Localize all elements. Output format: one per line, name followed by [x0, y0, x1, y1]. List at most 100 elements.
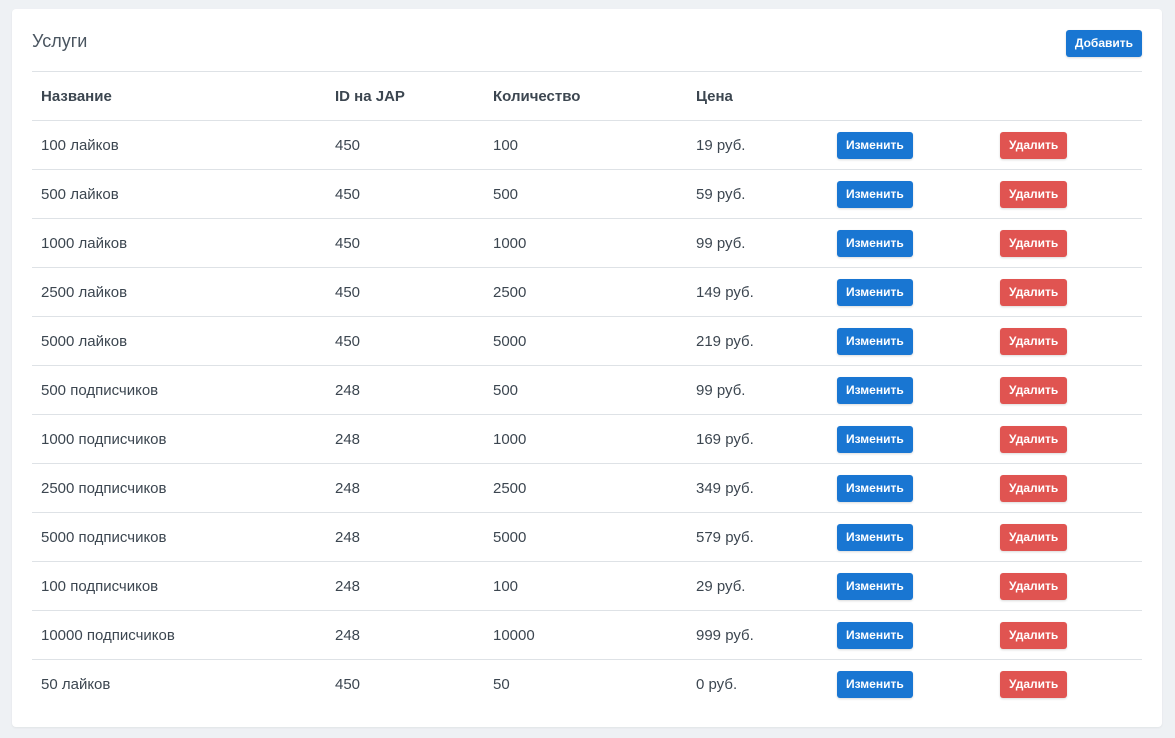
service-quantity: 500 — [484, 365, 687, 415]
table-row: 50 лайков 450 50 0 руб. Изменить Удалить — [32, 660, 1142, 709]
edit-cell: Изменить — [828, 316, 991, 366]
delete-cell: Удалить — [991, 120, 1142, 170]
table-row: 1000 подписчиков 248 1000 169 руб. Измен… — [32, 414, 1142, 464]
edit-button[interactable]: Изменить — [837, 523, 913, 551]
delete-button[interactable]: Удалить — [1000, 278, 1068, 306]
delete-button[interactable]: Удалить — [1000, 621, 1068, 649]
delete-cell: Удалить — [991, 512, 1142, 562]
edit-button[interactable]: Изменить — [837, 425, 913, 453]
delete-cell: Удалить — [991, 463, 1142, 513]
service-jap-id: 450 — [335, 675, 361, 693]
service-quantity: 50 — [493, 675, 510, 693]
service-quantity: 1000 — [484, 414, 687, 464]
service-name: 500 лайков — [32, 169, 326, 219]
service-quantity: 100 — [484, 561, 687, 611]
page-title: Услуги — [32, 31, 88, 51]
table-row: 100 подписчиков 248 100 29 руб. Изменить… — [32, 561, 1142, 611]
add-service-button[interactable]: Добавить — [1065, 30, 1142, 57]
service-jap-id: 450 — [326, 169, 484, 219]
edit-cell: Изменить — [828, 365, 991, 415]
column-header-delete — [991, 72, 1142, 121]
edit-cell: Изменить — [828, 561, 991, 611]
edit-cell: Изменить — [828, 610, 991, 660]
service-jap-id: 450 — [326, 218, 484, 268]
service-name: 5000 лайков — [32, 316, 326, 366]
service-price: 579 руб. — [687, 512, 828, 562]
delete-cell: Удалить — [991, 267, 1142, 317]
service-quantity: 2500 — [484, 267, 687, 317]
service-quantity: 100 — [484, 120, 687, 170]
table-row: 1000 лайков 450 1000 99 руб. Изменить Уд… — [32, 218, 1142, 268]
column-header-quantity: Количество — [484, 72, 687, 121]
service-name: 2500 подписчиков — [32, 463, 326, 513]
service-price: 349 руб. — [687, 463, 828, 513]
service-quantity: 500 — [484, 169, 687, 219]
table-header-row: Название ID на JAP Количество Цена — [32, 72, 1142, 121]
service-jap-id: 248 — [326, 610, 484, 660]
service-price: 19 руб. — [687, 120, 828, 170]
edit-cell: Изменить — [828, 512, 991, 562]
edit-button[interactable]: Изменить — [837, 621, 913, 649]
edit-button[interactable]: Изменить — [837, 572, 913, 600]
edit-button[interactable]: Изменить — [837, 180, 913, 208]
edit-button[interactable]: Изменить — [837, 131, 913, 159]
delete-button[interactable]: Удалить — [1000, 474, 1068, 502]
delete-button[interactable]: Удалить — [1000, 327, 1068, 355]
delete-cell: Удалить — [991, 365, 1142, 415]
service-name: 1000 подписчиков — [32, 414, 326, 464]
delete-button[interactable]: Удалить — [1000, 376, 1068, 404]
table-row: 2500 лайков 450 2500 149 руб. Изменить У… — [32, 267, 1142, 317]
service-quantity: 5000 — [484, 316, 687, 366]
service-price: 0 руб. — [696, 675, 738, 693]
edit-button[interactable]: Изменить — [837, 229, 913, 257]
column-header-price: Цена — [687, 72, 828, 121]
edit-cell: Изменить — [828, 169, 991, 219]
service-jap-id: 248 — [326, 414, 484, 464]
service-name: 500 подписчиков — [32, 365, 326, 415]
service-name: 1000 лайков — [32, 218, 326, 268]
delete-button[interactable]: Удалить — [1000, 131, 1068, 159]
table-row: 2500 подписчиков 248 2500 349 руб. Измен… — [32, 463, 1142, 513]
service-price: 169 руб. — [687, 414, 828, 464]
service-quantity: 5000 — [484, 512, 687, 562]
column-header-jap-id: ID на JAP — [326, 72, 484, 121]
edit-button[interactable]: Изменить — [837, 327, 913, 355]
edit-cell: Изменить — [828, 414, 991, 464]
delete-button[interactable]: Удалить — [1000, 229, 1068, 257]
service-price: 59 руб. — [687, 169, 828, 219]
delete-button[interactable]: Удалить — [1000, 180, 1068, 208]
edit-button[interactable]: Изменить — [837, 474, 913, 502]
service-jap-id: 248 — [326, 463, 484, 513]
edit-button[interactable]: Изменить — [837, 670, 913, 698]
delete-cell: Удалить — [991, 610, 1142, 660]
service-name: 100 лайков — [32, 120, 326, 170]
service-name: 2500 лайков — [32, 267, 326, 317]
service-price: 99 руб. — [687, 365, 828, 415]
edit-cell: Изменить — [828, 660, 991, 709]
table-row: 500 подписчиков 248 500 99 руб. Изменить… — [32, 365, 1142, 415]
delete-button[interactable]: Удалить — [1000, 425, 1068, 453]
delete-cell: Удалить — [991, 660, 1142, 709]
delete-cell: Удалить — [991, 414, 1142, 464]
services-table: Название ID на JAP Количество Цена 100 л… — [32, 72, 1142, 708]
service-jap-id: 248 — [326, 512, 484, 562]
service-name: 10000 подписчиков — [32, 610, 326, 660]
service-jap-id: 450 — [326, 316, 484, 366]
delete-button[interactable]: Удалить — [1000, 670, 1068, 698]
table-row: 5000 лайков 450 5000 219 руб. Изменить У… — [32, 316, 1142, 366]
edit-cell: Изменить — [828, 463, 991, 513]
service-jap-id: 450 — [326, 267, 484, 317]
edit-cell: Изменить — [828, 218, 991, 268]
delete-button[interactable]: Удалить — [1000, 523, 1068, 551]
edit-cell: Изменить — [828, 267, 991, 317]
service-quantity: 10000 — [484, 610, 687, 660]
table-row: 100 лайков 450 100 19 руб. Изменить Удал… — [32, 120, 1142, 170]
table-body: 100 лайков 450 100 19 руб. Изменить Удал… — [32, 120, 1142, 709]
service-price: 219 руб. — [687, 316, 828, 366]
delete-button[interactable]: Удалить — [1000, 572, 1068, 600]
service-price: 999 руб. — [687, 610, 828, 660]
edit-button[interactable]: Изменить — [837, 278, 913, 306]
edit-button[interactable]: Изменить — [837, 376, 913, 404]
service-quantity: 2500 — [484, 463, 687, 513]
column-header-edit — [828, 72, 991, 121]
